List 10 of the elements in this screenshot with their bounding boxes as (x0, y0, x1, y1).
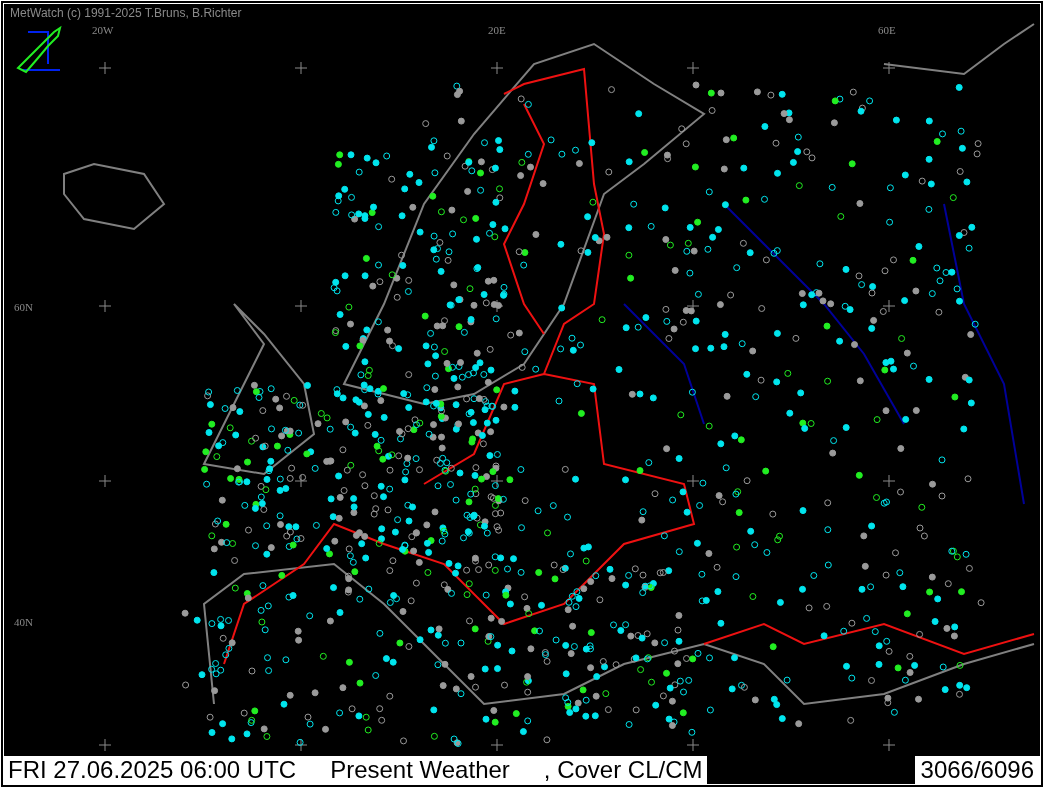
parameter-text: Present Weather (330, 756, 510, 784)
station-count: 3066/6096 (914, 756, 1040, 784)
grid-label: 60E (878, 24, 896, 36)
grid-label: 20E (488, 24, 506, 36)
overlay-text: , Cover CL/CM (543, 756, 703, 784)
grid-label: 60N (14, 301, 33, 313)
copyright-text: MetWatch (c) 1991-2025 T.Bruns, B.Richter (10, 6, 242, 20)
datetime-text: FRI 27.06.2025 06:00 UTC (8, 756, 297, 784)
grid-label: 40N (14, 616, 33, 628)
grid-label: 20W (92, 24, 114, 36)
